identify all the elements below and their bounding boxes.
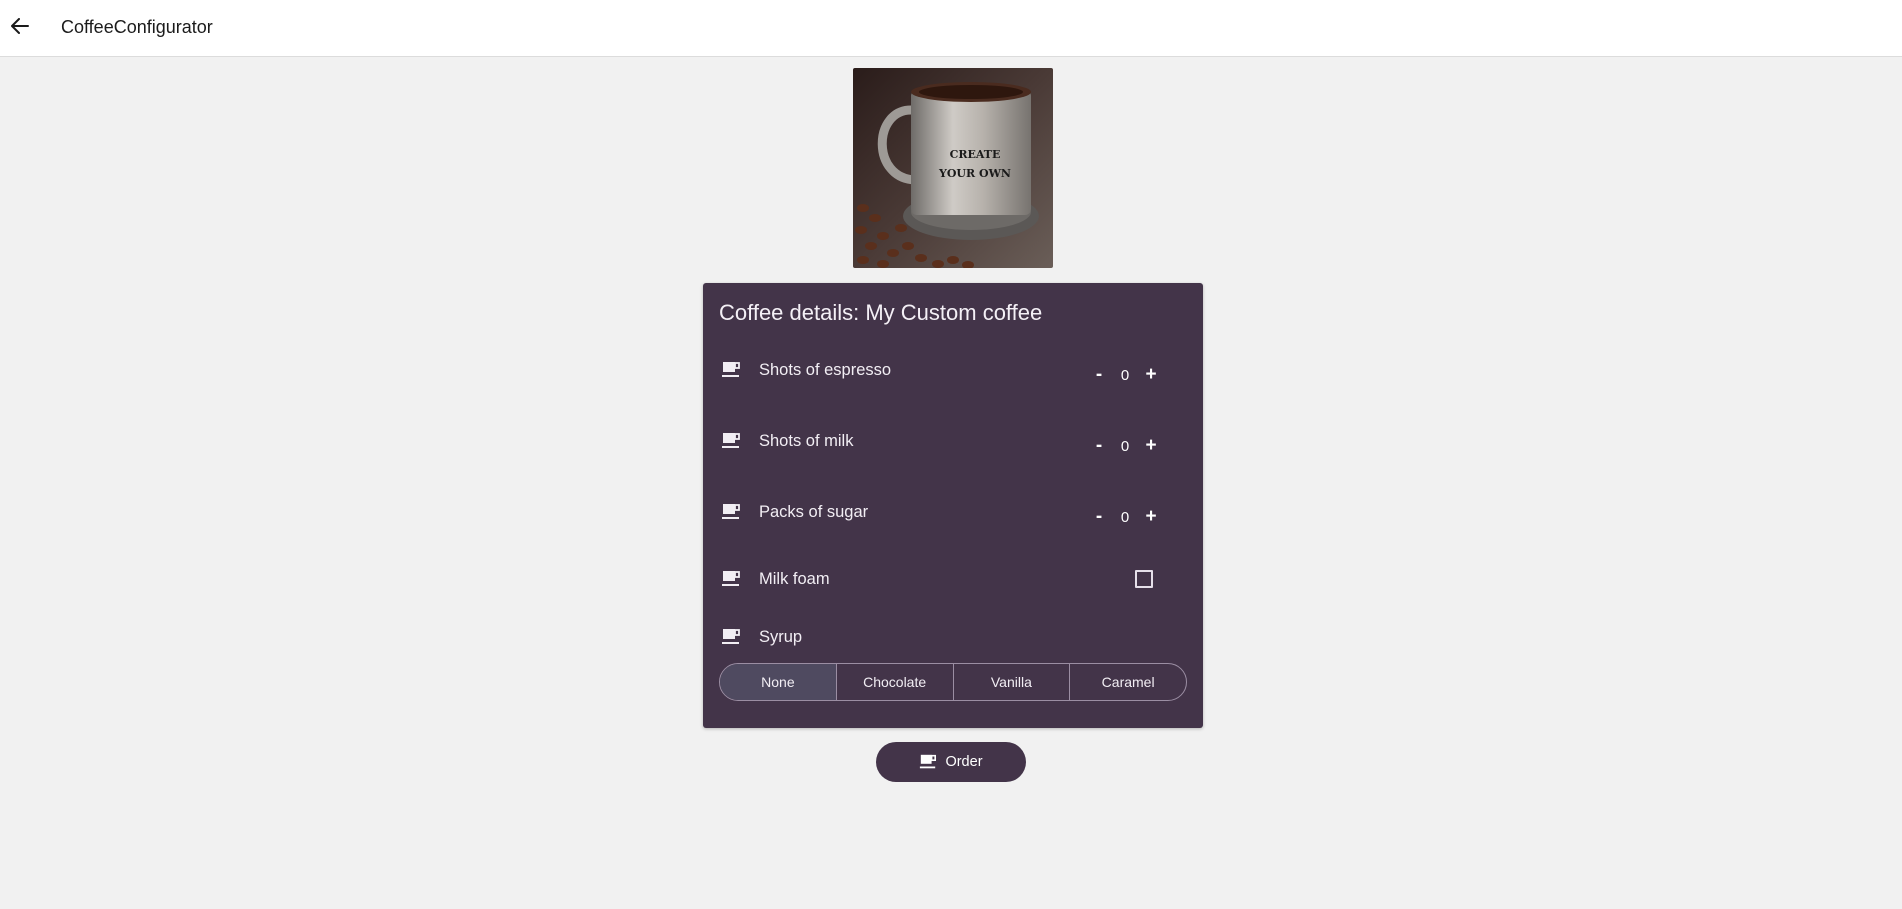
sugar-stepper: - 0 + <box>1088 505 1168 529</box>
syrup-option-none[interactable]: None <box>720 664 836 700</box>
order-button[interactable]: Order <box>876 742 1026 782</box>
espresso-value: 0 <box>1120 366 1130 384</box>
milk-stepper: - 0 + <box>1088 434 1168 458</box>
milk-label: Shots of milk <box>759 432 854 450</box>
arrow-left-icon <box>11 18 29 34</box>
coffee-hero-image: CREATE YOUR OWN <box>853 68 1053 268</box>
sugar-decrement-button[interactable]: - <box>1088 505 1110 529</box>
back-button[interactable] <box>6 12 34 40</box>
milk-foam-label: Milk foam <box>759 570 830 588</box>
syrup-option-vanilla[interactable]: Vanilla <box>952 664 1070 700</box>
espresso-label: Shots of espresso <box>759 361 892 379</box>
order-button-label: Order <box>945 754 983 770</box>
coffee-cup-icon <box>722 629 740 644</box>
coffee-cup-icon <box>722 571 740 586</box>
milk-decrement-button[interactable]: - <box>1088 434 1110 458</box>
sugar-increment-button[interactable]: + <box>1140 505 1162 529</box>
sugar-label: Packs of sugar <box>759 503 869 521</box>
sugar-value: 0 <box>1120 508 1130 526</box>
espresso-increment-button[interactable]: + <box>1140 363 1162 387</box>
espresso-decrement-button[interactable]: - <box>1088 363 1110 387</box>
milk-increment-button[interactable]: + <box>1140 434 1162 458</box>
syrup-option-chocolate[interactable]: Chocolate <box>835 664 953 700</box>
milk-value: 0 <box>1120 437 1130 455</box>
app-bar: CoffeeConfigurator <box>0 0 1902 57</box>
milk-foam-checkbox[interactable] <box>1135 570 1153 588</box>
syrup-segmented-control: None Chocolate Vanilla Caramel <box>719 663 1187 701</box>
hero-caption-line1: CREATE <box>950 148 1001 161</box>
hero-caption-line2: YOUR OWN <box>938 167 1011 180</box>
coffee-cup-icon <box>722 433 740 448</box>
coffee-details-card: Coffee details: My Custom coffee Shots o… <box>703 283 1203 728</box>
coffee-cup-icon <box>722 504 740 519</box>
card-title: Coffee details: My Custom coffee <box>719 300 1043 325</box>
syrup-label: Syrup <box>759 628 803 646</box>
syrup-option-caramel[interactable]: Caramel <box>1069 664 1186 700</box>
app-title: CoffeeConfigurator <box>61 17 213 37</box>
coffee-cup-icon <box>920 754 937 769</box>
coffee-cup-icon <box>722 362 740 377</box>
espresso-stepper: - 0 + <box>1088 363 1168 387</box>
